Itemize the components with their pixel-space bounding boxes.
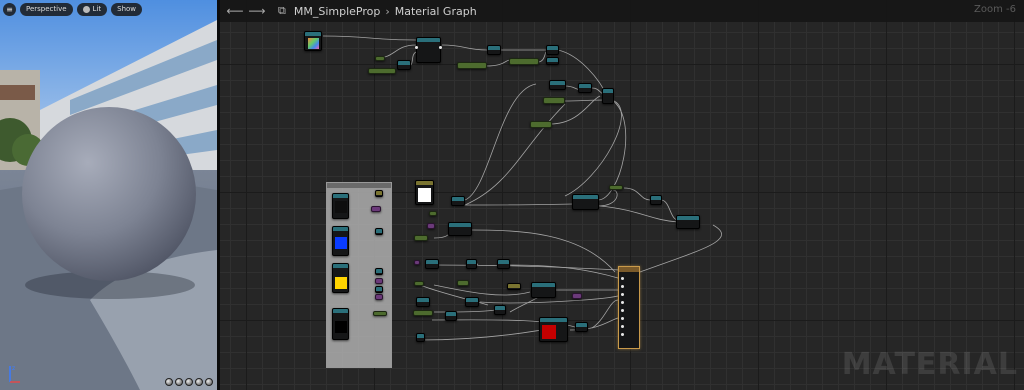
vector-param-node-yellow[interactable] — [332, 263, 349, 293]
lerp-node[interactable] — [448, 222, 472, 236]
scalar-param-node[interactable] — [368, 68, 396, 74]
comment-header — [327, 183, 391, 188]
hamburger-icon: ≡ — [6, 5, 13, 14]
append-node[interactable] — [572, 293, 582, 299]
math-node[interactable] — [546, 45, 559, 55]
lerp-node[interactable] — [531, 282, 556, 298]
lit-label: Lit — [92, 5, 102, 13]
component-mask-node[interactable] — [375, 190, 383, 197]
math-node[interactable] — [416, 333, 425, 342]
color-swatch — [335, 277, 347, 289]
constant-node-red[interactable] — [539, 317, 568, 342]
lerp-node[interactable] — [676, 215, 700, 229]
math-node[interactable] — [487, 45, 501, 55]
scalar-param-node[interactable] — [413, 310, 433, 316]
graph-watermark: MATERIAL — [841, 347, 1018, 382]
math-node[interactable] — [549, 80, 566, 90]
viewport-menu-button[interactable]: ≡ — [3, 3, 16, 16]
multiply-node[interactable] — [415, 37, 442, 63]
preview-scene — [0, 0, 217, 390]
texture-thumbnail — [308, 38, 319, 49]
math-node[interactable] — [602, 88, 614, 104]
math-node[interactable] — [650, 195, 662, 205]
math-node[interactable] — [375, 286, 383, 293]
material-editor: ≡ Perspective Lit Show z ⟵ ⟶ ⧉ MM_Simple… — [0, 0, 1024, 390]
preview-viewport[interactable]: ≡ Perspective Lit Show z — [0, 0, 217, 390]
scalar-param-node[interactable] — [457, 62, 487, 69]
material-output-node[interactable] — [618, 266, 640, 349]
scalar-param-node[interactable] — [457, 280, 469, 286]
math-node[interactable] — [497, 259, 510, 269]
color-swatch — [542, 325, 556, 339]
preview-sphere-icon[interactable] — [175, 378, 183, 386]
math-node[interactable] — [575, 322, 588, 332]
math-node[interactable] — [445, 311, 457, 321]
graph-breadcrumb-bar: ⟵ ⟶ ⧉ MM_SimpleProp › Material Graph Zoo… — [220, 0, 1024, 22]
color-swatch — [335, 237, 347, 249]
constant-node-white[interactable] — [415, 180, 434, 205]
perspective-button[interactable]: Perspective — [20, 3, 73, 16]
scalar-param-node[interactable] — [414, 235, 428, 241]
preview-plane-icon[interactable] — [185, 378, 193, 386]
axis-z-label: z — [12, 365, 15, 372]
axis-gizmo-icon: z — [9, 365, 20, 383]
scalar-param-node[interactable] — [373, 311, 387, 316]
scalar-param-node[interactable] — [414, 281, 424, 286]
append-node[interactable] — [371, 206, 381, 212]
breadcrumb-graph[interactable]: Material Graph — [395, 5, 477, 18]
chevron-right-icon: › — [385, 4, 390, 18]
perspective-label: Perspective — [26, 5, 67, 13]
lit-icon — [82, 6, 90, 13]
math-node[interactable] — [494, 305, 506, 315]
breadcrumb-asset[interactable]: MM_SimpleProp — [294, 5, 380, 18]
scalar-param-node[interactable] — [530, 121, 552, 128]
math-node[interactable] — [425, 259, 439, 269]
math-node[interactable] — [466, 259, 477, 269]
append-node[interactable] — [414, 260, 420, 265]
zoom-level: Zoom -6 — [974, 4, 1016, 15]
math-node[interactable] — [578, 83, 592, 93]
math-node[interactable] — [375, 268, 383, 275]
preview-shape-buttons — [165, 378, 213, 386]
math-node[interactable] — [546, 57, 559, 65]
vector-param-node-blue[interactable] — [332, 226, 349, 256]
scalar-param-node[interactable] — [609, 185, 623, 190]
append-node[interactable] — [375, 294, 383, 300]
viewport-toolbar: ≡ Perspective Lit Show — [3, 3, 143, 16]
math-node[interactable] — [375, 228, 383, 235]
scalar-param-node[interactable] — [509, 58, 539, 65]
component-mask-node[interactable] — [507, 283, 521, 290]
lit-button[interactable]: Lit — [76, 3, 108, 16]
arrow-right-icon[interactable]: ⟶ — [246, 4, 268, 18]
preview-cube-icon[interactable] — [195, 378, 203, 386]
scalar-param-node[interactable] — [543, 97, 565, 104]
material-graph-canvas[interactable]: ⟵ ⟶ ⧉ MM_SimpleProp › Material Graph Zoo… — [220, 0, 1024, 390]
arrow-left-icon[interactable]: ⟵ — [224, 4, 246, 18]
show-label: Show — [117, 5, 137, 13]
scalar-param-node[interactable] — [375, 56, 385, 61]
append-node[interactable] — [375, 278, 383, 284]
preview-mesh-icon[interactable] — [205, 378, 213, 386]
color-swatch — [418, 188, 431, 202]
material-graph-icon: ⧉ — [278, 4, 286, 17]
math-node[interactable] — [451, 196, 465, 206]
texture-sample-node[interactable] — [304, 31, 322, 51]
preview-cylinder-icon[interactable] — [165, 378, 173, 386]
math-node[interactable] — [416, 297, 430, 307]
vector-param-node[interactable] — [332, 193, 349, 219]
scalar-param-node[interactable] — [429, 211, 437, 216]
show-button[interactable]: Show — [111, 3, 143, 16]
output-node-header — [619, 267, 639, 272]
math-node[interactable] — [397, 60, 411, 70]
vector-param-node-black[interactable] — [332, 308, 349, 340]
color-swatch — [335, 321, 347, 333]
append-node[interactable] — [427, 223, 435, 229]
lerp-node[interactable] — [572, 194, 599, 210]
math-node[interactable] — [465, 297, 479, 307]
